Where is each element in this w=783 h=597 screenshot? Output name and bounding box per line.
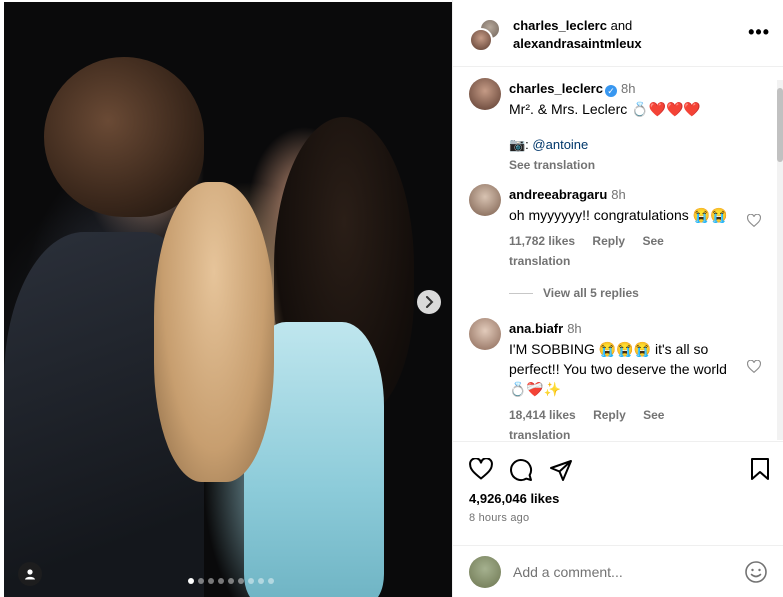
carousel-indicator xyxy=(188,578,274,584)
header-joiner: and xyxy=(610,18,633,33)
post-photo[interactable] xyxy=(4,2,452,597)
collab-avatars[interactable] xyxy=(469,18,503,52)
caption-credit-link[interactable]: @antoine xyxy=(532,137,588,152)
carousel-dot xyxy=(248,578,254,584)
avatar[interactable] xyxy=(469,184,501,216)
verified-badge-icon: ✓ xyxy=(604,85,617,97)
comment-time[interactable]: 8h xyxy=(611,187,625,202)
send-icon xyxy=(549,458,573,482)
avatar xyxy=(469,28,493,52)
carousel-dot xyxy=(258,578,264,584)
share-button[interactable] xyxy=(549,458,573,482)
comment-meta: 11,782 likes Reply See translation xyxy=(509,231,741,271)
comment-like-button[interactable] xyxy=(747,214,761,227)
collab-names: charles_leclerc and alexandrasaintmleux xyxy=(513,17,642,53)
like-button[interactable] xyxy=(469,458,493,482)
post-timestamp[interactable]: 8 hours ago xyxy=(469,512,529,524)
comment-button[interactable] xyxy=(509,458,533,482)
smiley-icon xyxy=(744,560,768,584)
more-options-button[interactable]: ••• xyxy=(748,22,770,43)
carousel-dot xyxy=(188,578,194,584)
caption-time[interactable]: 8h xyxy=(621,81,635,96)
avatar xyxy=(469,556,501,588)
caption-text: Mr². & Mrs. Leclerc 💍❤️❤️❤️ xyxy=(509,101,701,117)
comment-likes[interactable]: 11,782 likes xyxy=(509,234,575,248)
avatar[interactable] xyxy=(469,78,501,110)
carousel-dot xyxy=(208,578,214,584)
post-header: charles_leclerc and alexandrasaintmleux … xyxy=(453,0,783,67)
comment-body: ana.biafr 8h I'M SOBBING 😭😭😭 it's all so … xyxy=(509,318,741,440)
add-comment-bar xyxy=(453,545,783,597)
photo-dog-shape xyxy=(154,182,274,482)
instagram-post-modal: charles_leclerc and alexandrasaintmleux … xyxy=(0,0,783,597)
heart-icon xyxy=(469,458,493,480)
caption-body: charles_leclerc ✓ 8h Mr². & Mrs. Leclerc 💍… xyxy=(509,78,741,175)
caption-credit: 📷: @antoine xyxy=(509,135,741,155)
tagged-users-button[interactable] xyxy=(18,562,42,586)
emoji-button[interactable] xyxy=(744,560,768,584)
more-horizontal-icon: ••• xyxy=(748,22,770,42)
carousel-dot xyxy=(268,578,274,584)
comments-scrollbar[interactable] xyxy=(776,80,783,440)
reply-button[interactable]: Reply xyxy=(593,408,626,422)
user-icon xyxy=(24,568,36,580)
comment-text: oh myyyyyy!! congratulations 😭😭 xyxy=(509,207,728,223)
carousel-dot xyxy=(218,578,224,584)
view-replies-button[interactable]: View all 5 replies xyxy=(509,286,639,300)
comment-likes[interactable]: 18,414 likes xyxy=(509,408,576,422)
carousel-dot xyxy=(228,578,234,584)
comment-like-button[interactable] xyxy=(747,360,761,373)
carousel-dot xyxy=(198,578,204,584)
caption-username[interactable]: charles_leclerc xyxy=(509,81,603,96)
see-translation-link[interactable]: See translation xyxy=(509,155,741,175)
comment-meta: 18,414 likes Reply See translation xyxy=(509,405,741,440)
post-side-panel: charles_leclerc and alexandrasaintmleux … xyxy=(452,0,783,597)
save-button[interactable] xyxy=(750,458,770,480)
comment-time[interactable]: 8h xyxy=(567,321,581,336)
header-username-1[interactable]: charles_leclerc xyxy=(513,18,607,33)
post-likes-count[interactable]: 4,926,046 likes xyxy=(469,491,559,506)
heart-icon xyxy=(747,214,761,227)
reply-button[interactable]: Reply xyxy=(592,234,625,248)
comment-input[interactable] xyxy=(513,561,713,583)
comments-list[interactable]: charles_leclerc ✓ 8h Mr². & Mrs. Leclerc 💍… xyxy=(453,68,783,440)
chevron-right-icon xyxy=(424,296,434,308)
carousel-next-button[interactable] xyxy=(417,290,441,314)
scrollbar-thumb[interactable] xyxy=(777,88,783,162)
photo-hair-left-shape xyxy=(44,57,204,217)
avatar[interactable] xyxy=(469,318,501,350)
comment-body: andreeabragaru 8h oh myyyyyy!! congratula… xyxy=(509,184,741,271)
bookmark-icon xyxy=(750,458,770,480)
heart-icon xyxy=(747,360,761,373)
comment-username[interactable]: andreeabragaru xyxy=(509,187,607,202)
comment-icon xyxy=(509,458,533,482)
caption-credit-prefix: 📷: xyxy=(509,137,533,152)
comment-text: I'M SOBBING 😭😭😭 it's all so perfect!! Yo… xyxy=(509,341,727,397)
carousel-dot xyxy=(238,578,244,584)
action-icons xyxy=(469,458,573,482)
post-actions: 4,926,046 likes 8 hours ago xyxy=(453,441,783,551)
comment-username[interactable]: ana.biafr xyxy=(509,321,563,336)
header-username-2[interactable]: alexandrasaintmleux xyxy=(513,36,642,51)
